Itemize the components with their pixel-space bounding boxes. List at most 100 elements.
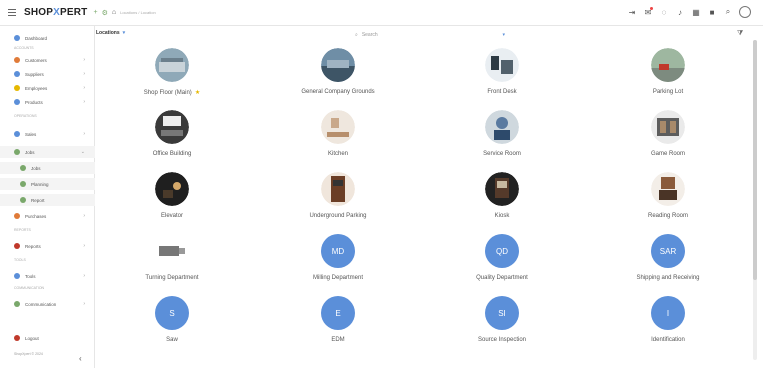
location-card[interactable]: Elevator: [92, 172, 252, 227]
bell-icon[interactable]: ♪: [675, 7, 685, 17]
sidebar-item-icon: [14, 57, 20, 63]
location-label: Parking Lot: [653, 89, 683, 95]
location-label-text: Service Room: [483, 151, 521, 157]
location-label: Source Inspection: [478, 337, 526, 343]
location-photo: [321, 48, 355, 82]
sidebar-item-report[interactable]: Report: [0, 194, 95, 206]
location-card[interactable]: I Identification: [588, 296, 748, 351]
search-input[interactable]: Search: [362, 32, 378, 38]
location-card[interactable]: MD Milling Department: [258, 234, 418, 289]
search-field[interactable]: ⌕ Search ▾: [355, 30, 513, 40]
search-icon[interactable]: ⌕: [723, 7, 733, 17]
location-card[interactable]: Reading Room: [588, 172, 748, 227]
sidebar-item-label: Dashboard: [25, 35, 48, 41]
search-icon: ⌕: [355, 32, 358, 38]
location-photo: [651, 48, 685, 82]
location-label: EDM: [331, 337, 344, 343]
sidebar-item-icon: [20, 197, 26, 203]
location-initials-avatar: QD: [485, 234, 519, 268]
sidebar-item-tools[interactable]: Tools ›: [0, 270, 95, 282]
sidebar-item-jobs[interactable]: Jobs ⌄: [0, 146, 95, 158]
scrollbar[interactable]: [753, 40, 757, 360]
location-card[interactable]: Front Desk: [422, 48, 582, 103]
location-card[interactable]: Kitchen: [258, 110, 418, 165]
location-label-text: Game Room: [650, 151, 685, 157]
favorite-star-icon[interactable]: ★: [195, 90, 200, 96]
location-card[interactable]: QD Quality Department: [422, 234, 582, 289]
location-initials-avatar: E: [321, 296, 355, 330]
location-label: Elevator: [161, 213, 183, 219]
location-card[interactable]: SAR Shipping and Receiving: [588, 234, 748, 289]
location-photo: [321, 110, 355, 144]
location-label: Turning Department: [145, 275, 198, 281]
location-card[interactable]: Office Building: [92, 110, 252, 165]
sidebar-item-products[interactable]: Products ›: [0, 96, 95, 108]
location-card[interactable]: SI Source Inspection: [422, 296, 582, 351]
location-card[interactable]: E EDM: [258, 296, 418, 351]
add-icon[interactable]: +: [94, 9, 98, 16]
chevron-icon: ›: [83, 273, 85, 279]
location-photo: [155, 48, 189, 82]
sidebar-item-logout[interactable]: Logout: [0, 332, 95, 344]
location-label: Underground Parking: [309, 213, 366, 219]
sidebar-item-reports[interactable]: Reports ›: [0, 240, 95, 252]
location-label-text: Turning Department: [145, 275, 199, 281]
filter-icon[interactable]: ⧩: [737, 30, 743, 38]
sidebar-item-icon: [20, 181, 26, 187]
search-dropdown-icon[interactable]: ▾: [502, 32, 505, 38]
sidebar-item-icon: [14, 99, 20, 105]
sidebar-item-suppliers[interactable]: Suppliers ›: [0, 68, 95, 80]
lock-icon[interactable]: ■: [707, 7, 717, 17]
chat-icon[interactable]: ◌: [659, 7, 669, 17]
sidebar-item-sales[interactable]: Sales ›: [0, 128, 95, 140]
sidebar-item-purchases[interactable]: Purchases ›: [0, 210, 95, 222]
chevron-icon: ⌄: [80, 149, 85, 155]
sidebar-item-icon: [14, 243, 20, 249]
brand-left: SHOP: [24, 7, 54, 18]
sidebar-item-planning[interactable]: Planning: [0, 178, 95, 190]
brand-logo[interactable]: SHOPXPERT: [24, 7, 88, 18]
sidebar-item-dashboard[interactable]: Dashboard: [0, 32, 95, 44]
location-label: Kitchen: [328, 151, 348, 157]
breadcrumb[interactable]: Locations / Location: [120, 10, 156, 15]
location-dropdown-label: Locations: [96, 30, 120, 36]
settings-icon[interactable]: ⚙: [102, 9, 108, 17]
location-card[interactable]: S Saw: [92, 296, 252, 351]
location-photo: [321, 172, 355, 206]
location-label: General Company Grounds: [301, 89, 374, 95]
location-card[interactable]: Shop Floor (Main) ★: [92, 48, 252, 103]
location-card[interactable]: Underground Parking: [258, 172, 418, 227]
sidebar-item-icon: [14, 213, 20, 219]
sidebar-item-shopxpert[interactable]: ShopXpert © 2024: [0, 348, 95, 360]
sidebar-item-communication[interactable]: Communication ›: [0, 298, 95, 310]
location-label-text: Parking Lot: [652, 89, 684, 95]
sidebar-item-employees[interactable]: Employees ›: [0, 82, 95, 94]
sidebar-item-customers[interactable]: Customers ›: [0, 54, 95, 66]
location-label-text: Front Desk: [487, 89, 517, 95]
sidebar-item-label: Report: [31, 197, 45, 203]
sidebar-section-label: Accounts: [14, 46, 34, 50]
sidebar-item-label: Jobs: [25, 149, 35, 155]
message-icon[interactable]: ✉: [643, 7, 653, 17]
sidebar-item-label: Purchases: [25, 213, 47, 219]
location-label: Front Desk: [487, 89, 516, 95]
location-card[interactable]: Service Room: [422, 110, 582, 165]
location-card[interactable]: Turning Department: [92, 234, 252, 289]
location-label: Saw: [166, 337, 178, 343]
location-label: Milling Department: [313, 275, 363, 281]
location-dropdown[interactable]: Locations ▾: [96, 30, 125, 36]
grid-icon[interactable]: ▦: [691, 7, 701, 17]
sidebar-item-jobs[interactable]: Jobs: [0, 162, 95, 174]
hamburger-menu-icon[interactable]: [8, 9, 16, 16]
sidebar-item-icon: [14, 131, 20, 137]
location-card[interactable]: General Company Grounds: [258, 48, 418, 103]
scrollbar-thumb[interactable]: [753, 40, 757, 280]
user-avatar[interactable]: [739, 6, 751, 18]
home-icon[interactable]: ⌂: [112, 9, 116, 16]
location-card[interactable]: Parking Lot: [588, 48, 748, 103]
chevron-icon: ›: [83, 99, 85, 105]
top-bar: SHOPXPERT + ⚙ ⌂ Locations / Location ⇥ ✉…: [0, 0, 763, 26]
location-card[interactable]: Game Room: [588, 110, 748, 165]
location-card[interactable]: Kiosk: [422, 172, 582, 227]
login-icon[interactable]: ⇥: [627, 7, 637, 17]
